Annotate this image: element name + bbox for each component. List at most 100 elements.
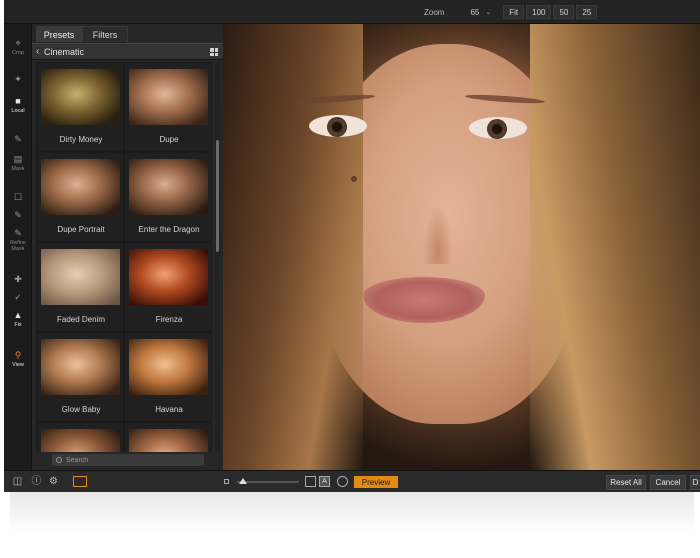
reset-all-button[interactable]: Reset All	[606, 475, 646, 490]
slider-knob[interactable]	[239, 478, 247, 484]
preset-tile[interactable]: Dirty Money	[36, 62, 124, 152]
brush-size-icon	[224, 479, 229, 484]
tool-refine[interactable]: ✎ Refine Mask	[4, 228, 32, 252]
layout-icon[interactable]	[73, 476, 87, 487]
preset-label: Dupe Portrait	[57, 225, 105, 234]
presets-panel: Presets Filters ‹ Cinematic Dirty Money …	[32, 24, 223, 470]
search-input[interactable]	[66, 456, 196, 464]
mask-icon: ▤	[13, 154, 23, 164]
preset-tile[interactable]: Dupe	[124, 62, 212, 152]
preset-tile[interactable]: Enter the Dragon	[124, 152, 212, 242]
brush-icon: ✦	[14, 74, 22, 84]
tool-eraser[interactable]: ✎	[4, 134, 32, 144]
grid-view-icon[interactable]	[210, 48, 218, 56]
preset-tile[interactable]: Firenza	[124, 242, 212, 332]
brush-slider[interactable]	[237, 478, 299, 484]
tool-brush[interactable]: ✦	[4, 74, 32, 84]
preset-scrollbar[interactable]	[215, 62, 220, 452]
preset-label: Firenza	[155, 315, 183, 324]
tool-crop-label: Crop	[12, 50, 24, 56]
preset-tile[interactable]: Faded Denim	[36, 242, 124, 332]
portrait-eye-right	[469, 117, 527, 139]
preset-thumbnail	[129, 69, 208, 125]
gear-icon[interactable]: ⚙	[48, 476, 59, 487]
preset-label: Faded Denim	[56, 315, 106, 324]
zoom-fit-button[interactable]: Fit	[503, 5, 525, 19]
refine-brush-icon: ✎	[14, 228, 22, 238]
zoom-controls: Zoom 65 ⌄ Fit 100 50 25	[424, 4, 598, 20]
mask-erase-icon: ✎	[14, 210, 22, 220]
preset-label: Glow Baby	[61, 405, 101, 414]
panel-tabs: Presets Filters	[36, 26, 128, 42]
preset-tile[interactable]: Havana	[124, 332, 212, 422]
zoom-100-button[interactable]: 100	[526, 5, 552, 19]
tool-crop[interactable]: ⌖ Crop	[4, 38, 32, 56]
mask-overlay-icon[interactable]	[337, 476, 348, 487]
tool-view[interactable]: ⚲ View	[4, 350, 32, 368]
preset-thumbnail	[129, 339, 208, 395]
preset-thumbnail	[41, 249, 120, 305]
preview-button[interactable]: Preview	[354, 476, 398, 488]
tool-clone[interactable]: ✓	[4, 292, 32, 302]
done-button[interactable]: D	[690, 475, 700, 490]
zoom-25-button[interactable]: 25	[576, 5, 598, 19]
tab-filters[interactable]: Filters	[82, 26, 128, 42]
cancel-button[interactable]: Cancel	[650, 475, 686, 490]
mask-brush-icon: ☐	[13, 192, 23, 202]
preset-tile[interactable]	[36, 422, 124, 452]
preset-thumbnail	[129, 249, 208, 305]
tool-local-label: Local	[11, 108, 25, 114]
tab-presets[interactable]: Presets	[36, 26, 82, 42]
preset-label: Enter the Dragon	[138, 225, 200, 234]
preset-tile[interactable]: Dupe Portrait	[36, 152, 124, 242]
preset-label: Dirty Money	[59, 135, 103, 144]
portrait-hair-left	[223, 24, 363, 470]
tool-fix-label: Fix	[14, 322, 22, 328]
top-toolbar: Zoom 65 ⌄ Fit 100 50 25	[4, 0, 700, 24]
category-bar[interactable]: ‹ Cinematic	[32, 43, 223, 60]
search-icon	[56, 457, 62, 463]
local-adjust-icon: ■	[15, 96, 21, 106]
zoom-presets: Fit 100 50 25	[503, 5, 598, 19]
compare-view-icon[interactable]: A	[319, 476, 330, 487]
preset-thumbnail	[41, 339, 120, 395]
preset-search[interactable]	[52, 454, 204, 466]
portrait-nose	[423, 204, 453, 264]
photo-canvas[interactable]	[223, 24, 700, 470]
clone-icon: ✓	[14, 292, 22, 302]
zoom-value[interactable]: 65	[470, 8, 479, 17]
tool-view-label: View	[12, 362, 24, 368]
tool-refine-label: Refine Mask	[10, 240, 26, 252]
tool-strip: ⌖ Crop ✦ ■ Local ✎ ▤ Mask ☐ ✎ ✎ Refine M…	[4, 24, 32, 470]
tool-mask[interactable]: ▤ Mask	[4, 154, 32, 172]
preset-thumbnail	[41, 159, 120, 215]
tool-mask-brush[interactable]: ☐	[4, 192, 32, 202]
scrollbar-thumb[interactable]	[216, 140, 219, 252]
single-view-icon[interactable]	[305, 476, 316, 487]
heal-icon: ✚	[14, 274, 22, 284]
preset-thumbnail	[129, 159, 208, 215]
preset-tile[interactable]	[124, 422, 212, 452]
preset-thumbnail	[41, 69, 120, 125]
stamp-icon: ▲	[13, 310, 23, 320]
tool-heal[interactable]: ✚	[4, 274, 32, 284]
category-name: Cinematic	[44, 47, 85, 57]
preset-label: Dupe	[159, 135, 179, 144]
preset-thumbnail	[41, 429, 120, 452]
preset-tile[interactable]: Glow Baby	[36, 332, 124, 422]
crop-icon: ⌖	[15, 38, 21, 48]
chevron-down-icon[interactable]: ⌄	[485, 8, 491, 16]
zoom-50-button[interactable]: 50	[553, 5, 575, 19]
tool-fix[interactable]: ▲ Fix	[4, 310, 32, 328]
help-icon[interactable]: ⓘ	[31, 476, 42, 487]
tool-local[interactable]: ■ Local	[4, 96, 32, 114]
preset-label: Havana	[155, 405, 183, 414]
preset-thumbnail	[129, 429, 208, 452]
tool-mask-label: Mask	[11, 166, 25, 172]
panel-toggle-icon[interactable]: ◫	[12, 476, 23, 487]
portrait-hair-right	[530, 24, 700, 470]
portrait-mole	[351, 176, 357, 182]
tool-mask-erase[interactable]: ✎	[4, 210, 32, 220]
bottom-toolbar: ◫ ⓘ ⚙ A Preview Reset All Cancel D	[4, 470, 700, 492]
chevron-left-icon[interactable]: ‹	[36, 46, 39, 58]
